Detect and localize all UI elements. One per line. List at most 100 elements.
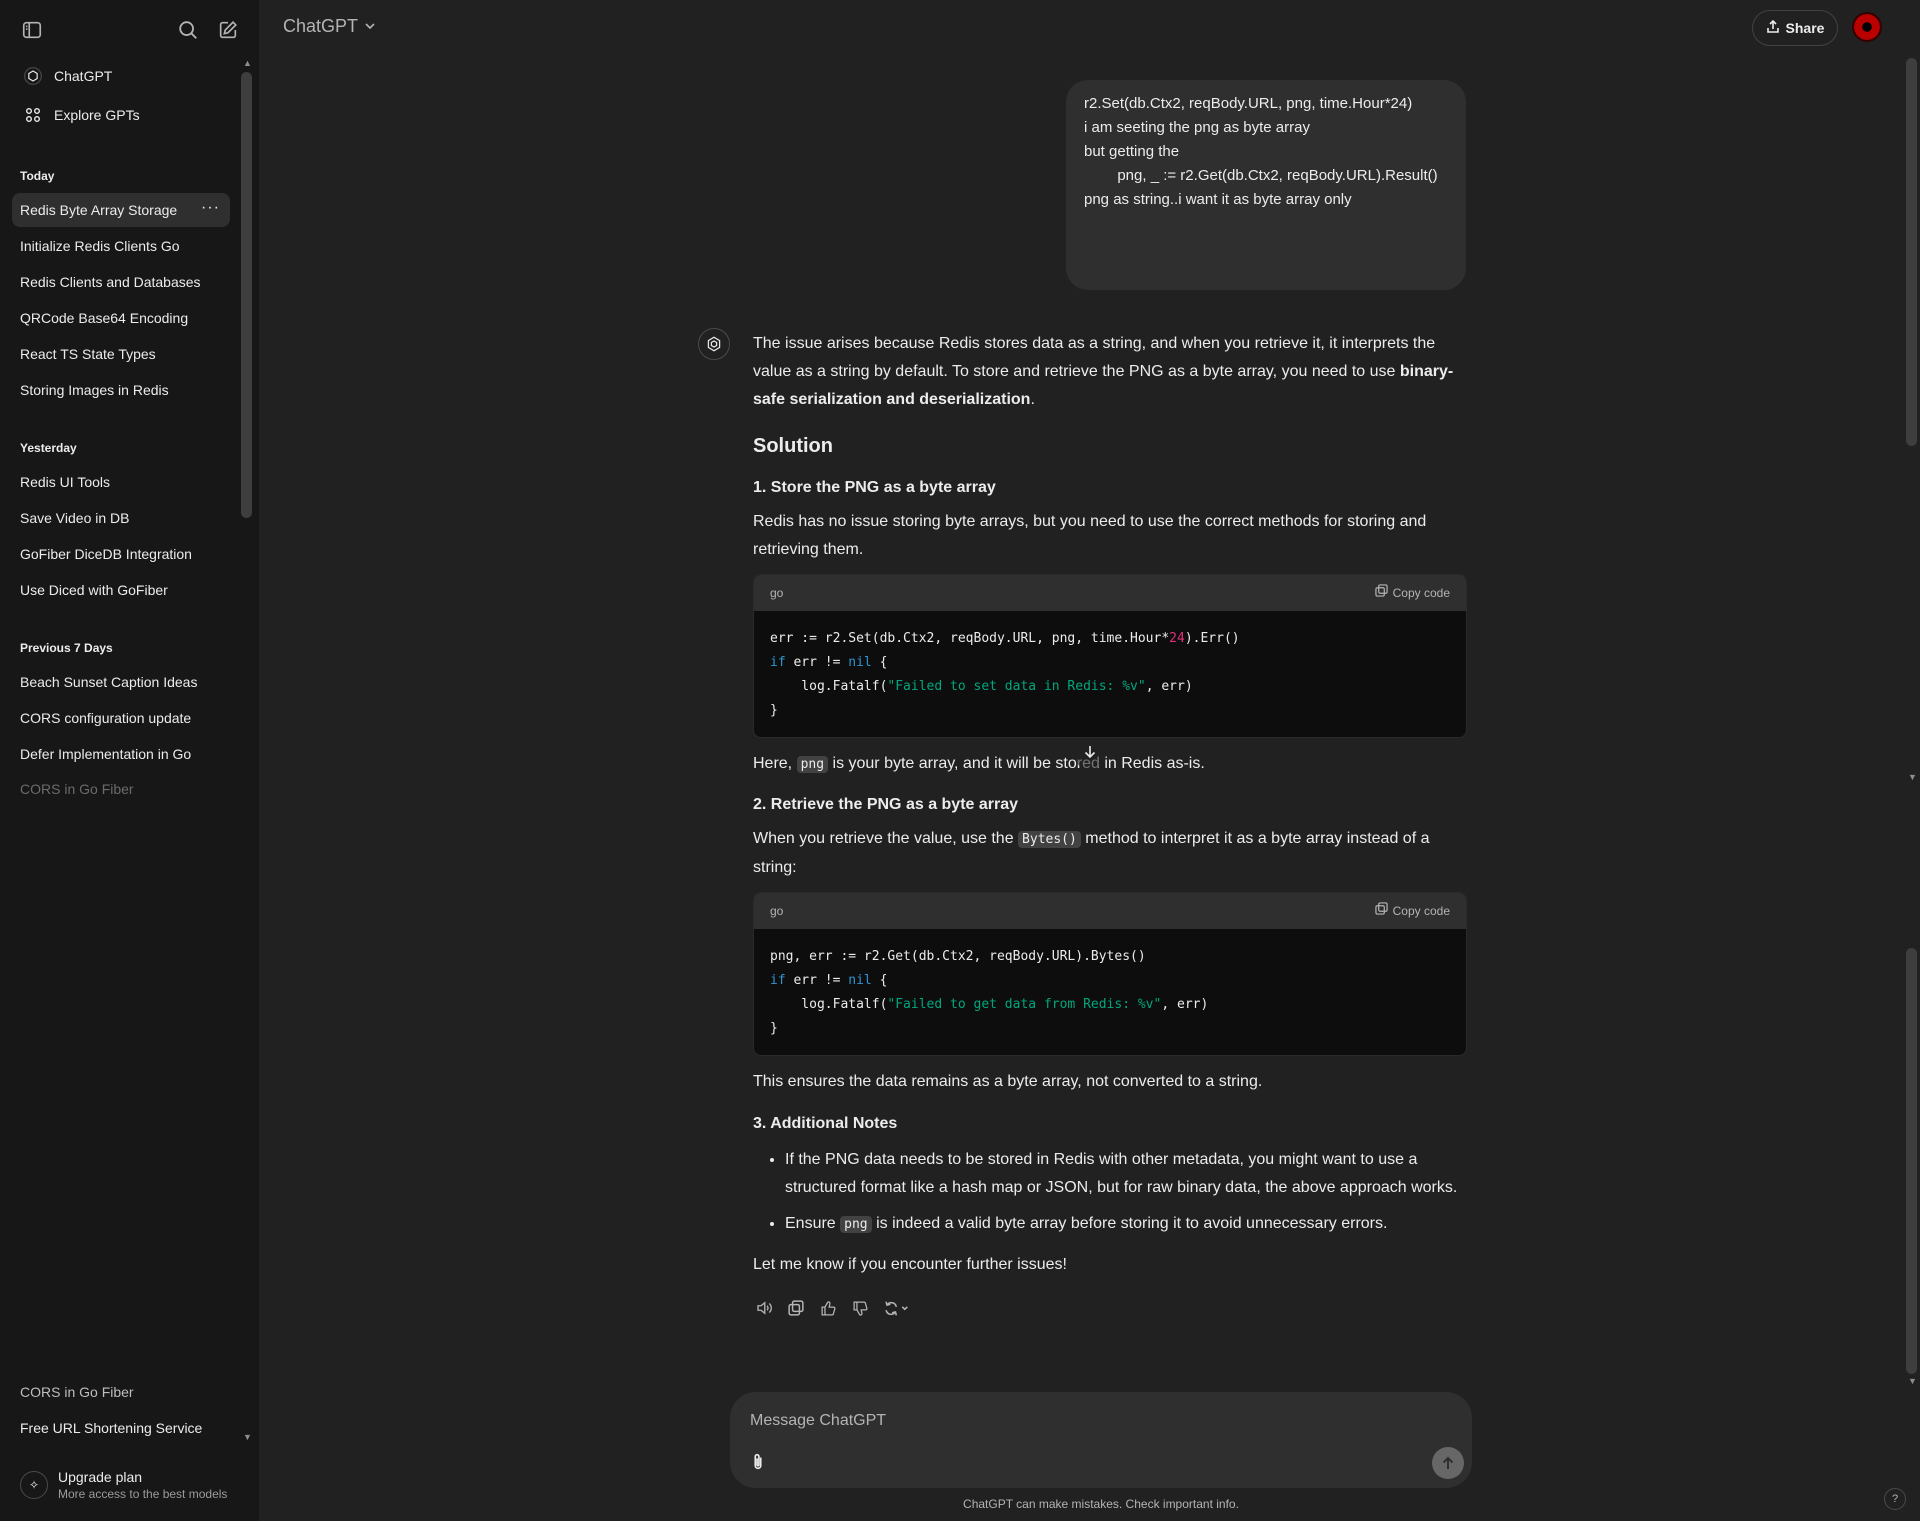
message-actions: [752, 1296, 916, 1320]
chat-item[interactable]: CORS in Go Fiber: [12, 1384, 230, 1400]
chat-item-label: Use Diced with GoFiber: [20, 582, 168, 598]
code-content: err := r2.Set(db.Ctx2, reqBody.URL, png,…: [754, 611, 1466, 737]
copy-message-icon[interactable]: [784, 1296, 808, 1320]
upgrade-title: Upgrade plan: [58, 1469, 143, 1485]
section-label-today: Today: [20, 169, 55, 183]
sidebar-top-bar: [0, 8, 259, 48]
code-token: {: [871, 655, 888, 670]
code-token: err !=: [785, 655, 849, 670]
chat-item[interactable]: Use Diced with GoFiber: [12, 573, 230, 607]
code-keyword: nil: [848, 973, 872, 988]
sidebar-nav-chatgpt[interactable]: ChatGPT: [12, 59, 230, 93]
chat-item-label: Save Video in DB: [20, 510, 130, 526]
chat-item[interactable]: Redis Clients and Databases: [12, 265, 230, 299]
user-message-line: r2.Set(db.Ctx2, reqBody.URL, png, time.H…: [1084, 95, 1413, 112]
main-scroll-end-arrow-icon[interactable]: ▼: [1908, 1376, 1917, 1386]
chat-item[interactable]: Beach Sunset Caption Ideas: [12, 665, 230, 699]
chat-item[interactable]: CORS in Go Fiber: [12, 781, 230, 795]
section-label-yesterday: Yesterday: [20, 441, 77, 455]
upgrade-plan-button[interactable]: ✧ Upgrade plan More access to the best m…: [12, 1460, 238, 1510]
intro-text: The issue arises because Redis stores da…: [753, 335, 1436, 380]
openai-logo-icon: [20, 63, 46, 89]
message-input[interactable]: [748, 1406, 1452, 1436]
chat-item[interactable]: Initialize Redis Clients Go: [12, 229, 230, 263]
scroll-to-bottom-button[interactable]: [1074, 738, 1106, 770]
chat-item-redis-byte-array-storage[interactable]: Redis Byte Array Storage ···: [12, 193, 230, 227]
main-scrollbar-thumb[interactable]: [1906, 58, 1917, 446]
inline-code: Bytes(): [1018, 831, 1081, 848]
code-token: }: [770, 703, 778, 718]
sidebar-nav-explore-gpts[interactable]: Explore GPTs: [12, 98, 230, 132]
scroll-down-arrow-icon[interactable]: ▼: [243, 1432, 252, 1442]
user-message-line: i am seeting the png as byte array: [1084, 119, 1310, 136]
chat-item[interactable]: Free URL Shortening Service: [12, 1411, 230, 1445]
text: is your byte array, and it will be store…: [828, 755, 1205, 772]
upgrade-sparkle-icon: ✧: [20, 1471, 48, 1499]
code-token: err := r2.Set(db.Ctx2, reqBody.URL, png,…: [770, 631, 1170, 646]
model-name: ChatGPT: [283, 16, 359, 36]
closing-text: Let me know if you encounter further iss…: [753, 1256, 1067, 1273]
chat-item-label: CORS in Go Fiber: [20, 781, 134, 795]
step2-heading: 2. Retrieve the PNG as a byte array: [753, 796, 1019, 813]
avatar[interactable]: [1852, 12, 1882, 42]
sidebar-scrollbar[interactable]: [241, 72, 252, 518]
text: When you retrieve the value, use the: [753, 830, 1019, 847]
chat-item[interactable]: React TS State Types: [12, 337, 230, 371]
chat-item[interactable]: Storing Images in Redis: [12, 373, 230, 407]
share-icon: [1766, 19, 1780, 37]
send-button[interactable]: [1432, 1447, 1464, 1479]
list-item: Ensure png is indeed a valid byte array …: [785, 1210, 1467, 1239]
sidebar-nav-label: ChatGPT: [54, 68, 113, 84]
copy-code-button[interactable]: Copy code: [1374, 897, 1450, 925]
step1-text: Redis has no issue storing byte arrays, …: [753, 513, 1427, 558]
scroll-up-arrow-icon[interactable]: ▲: [243, 58, 252, 68]
copy-code-button[interactable]: Copy code: [1374, 579, 1450, 607]
thumbs-down-icon[interactable]: [848, 1296, 872, 1320]
help-button[interactable]: ?: [1884, 1488, 1906, 1510]
code-token: ).Err(): [1184, 631, 1240, 646]
step1-heading: 1. Store the PNG as a byte array: [753, 479, 996, 496]
message-composer: [730, 1392, 1472, 1488]
list-item: If the PNG data needs to be stored in Re…: [785, 1146, 1467, 1202]
chat-item-label: Redis UI Tools: [20, 474, 111, 490]
share-button[interactable]: Share: [1752, 10, 1838, 46]
code-keyword: if: [770, 655, 786, 670]
read-aloud-icon[interactable]: [752, 1296, 776, 1320]
code-block-get: go Copy code png, err := r2.Get(db.Ctx2,…: [753, 892, 1467, 1056]
model-selector[interactable]: ChatGPT: [283, 16, 376, 37]
chat-item-label: QRCode Base64 Encoding: [20, 310, 189, 326]
code-language: go: [770, 586, 784, 600]
code-content: png, err := r2.Get(db.Ctx2, reqBody.URL)…: [754, 929, 1466, 1055]
code-token: , err): [1145, 679, 1193, 694]
code-block-header: go Copy code: [754, 893, 1466, 929]
chat-item[interactable]: CORS configuration update: [12, 701, 230, 735]
attach-paperclip-icon[interactable]: [744, 1448, 772, 1476]
main-scrollbar-thumb-lower[interactable]: [1906, 948, 1917, 1374]
toggle-sidebar-icon[interactable]: [16, 14, 48, 46]
chat-item[interactable]: GoFiber DiceDB Integration: [12, 537, 230, 571]
chat-item-label: Initialize Redis Clients Go: [20, 238, 180, 254]
thumbs-up-icon[interactable]: [816, 1296, 840, 1320]
chat-item[interactable]: Defer Implementation in Go: [12, 737, 230, 771]
regenerate-icon[interactable]: [880, 1296, 916, 1320]
more-options-icon[interactable]: ···: [201, 199, 220, 217]
inline-code: png: [796, 756, 829, 773]
copy-code-label: Copy code: [1392, 586, 1450, 600]
copy-icon: [1374, 897, 1388, 925]
chat-item-label: Redis Clients and Databases: [20, 274, 201, 290]
chat-item[interactable]: Redis UI Tools: [12, 465, 230, 499]
grid-icon: [20, 102, 46, 128]
user-message-line: png as string..i want it as byte array o…: [1084, 191, 1352, 208]
chat-item-label: Defer Implementation in Go: [20, 746, 192, 762]
new-chat-icon[interactable]: [212, 14, 244, 46]
upgrade-subtitle: More access to the best models: [58, 1487, 228, 1501]
sidebar-nav-label: Explore GPTs: [54, 107, 140, 123]
chat-item[interactable]: QRCode Base64 Encoding: [12, 301, 230, 335]
search-icon[interactable]: [172, 14, 204, 46]
code-token: err !=: [785, 973, 849, 988]
chat-item[interactable]: Save Video in DB: [12, 501, 230, 535]
section-label-previous-7-days: Previous 7 Days: [20, 641, 113, 655]
code-token: log.Fatalf(: [770, 679, 888, 694]
main-scroll-down-arrow-icon[interactable]: ▼: [1908, 772, 1917, 782]
chevron-down-icon: [364, 16, 376, 37]
